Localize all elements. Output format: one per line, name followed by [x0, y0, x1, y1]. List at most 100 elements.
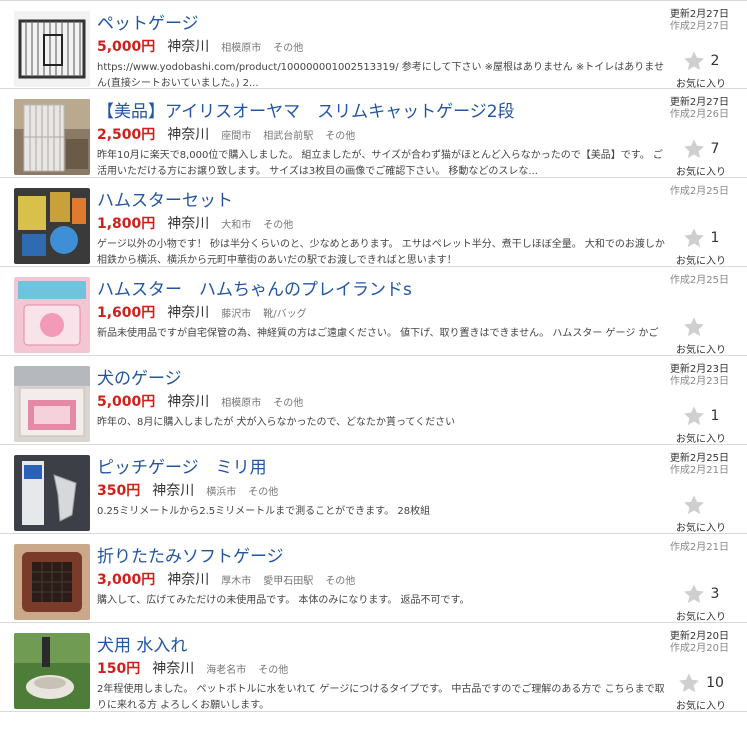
listing-title[interactable]: ハムスター ハムちゃんのプレイランドs — [97, 275, 412, 300]
star-icon[interactable] — [683, 316, 705, 338]
listing-item[interactable]: 折りたたみソフトゲージ 3,000円 神奈川 厚木市 愛甲石田駅 その他 購入し… — [0, 534, 747, 623]
listing-thumbnail[interactable] — [14, 633, 90, 709]
cat-cage-photo — [14, 99, 90, 175]
listing-description: https://www.yodobashi.com/product/100000… — [97, 62, 664, 89]
star-icon[interactable] — [683, 227, 705, 249]
dog-cage-photo — [14, 366, 90, 442]
listing-updated: 更新2月23日 — [669, 364, 729, 375]
listing-prefecture: 神奈川 — [152, 483, 195, 499]
favorite-count: 3 — [710, 586, 720, 602]
listing-meta: 5,000円 神奈川 相模原市 その他 — [97, 391, 315, 411]
listing-item[interactable]: ハムスター ハムちゃんのプレイランドs 1,600円 神奈川 藤沢市 靴/バッグ… — [0, 267, 747, 356]
listing-list: ペットゲージ 5,000円 神奈川 相模原市 その他 https://www.y… — [0, 0, 747, 712]
listing-price: 350円 — [97, 483, 141, 499]
favorite-widget: 1 お気に入り — [673, 226, 729, 267]
listing-dates: 更新2月25日 作成2月21日 — [670, 453, 729, 477]
listing-city: 横浜市 — [206, 487, 237, 498]
listing-item[interactable]: ペットゲージ 5,000円 神奈川 相模原市 その他 https://www.y… — [0, 0, 747, 90]
favorite-label[interactable]: お気に入り — [673, 430, 729, 445]
listing-item[interactable]: 犬用 水入れ 150円 神奈川 海老名市 その他 2年程使用しました。 ペットボ… — [0, 623, 747, 712]
listing-title[interactable]: 犬のゲージ — [97, 364, 182, 389]
listing-price: 1,800円 — [97, 216, 156, 232]
listing-description: 新品未使用品ですが自宅保管の為、神経質の方はご遠慮ください。 値下げ、取り置きは… — [97, 328, 659, 339]
listing-description: 2年程使用しました。 ペットボトルに水をいれて ゲージにつけるタイプです。 中古… — [97, 684, 665, 711]
listing-title[interactable]: ペットゲージ — [97, 9, 199, 34]
listing-title[interactable]: 犬用 水入れ — [97, 631, 187, 656]
hamster-goods-photo — [14, 188, 90, 264]
listing-title[interactable]: 折りたたみソフトゲージ — [97, 542, 284, 567]
cage-photo — [14, 11, 90, 87]
favorite-count: 2 — [710, 53, 720, 69]
listing-category: その他 — [263, 220, 294, 231]
star-icon[interactable] — [683, 50, 705, 72]
listing-category: その他 — [325, 576, 356, 587]
listing-title[interactable]: 【美品】アイリスオーヤマ スリムキャットゲージ2段 — [97, 97, 515, 122]
listing-meta: 5,000円 神奈川 相模原市 その他 — [97, 36, 315, 56]
star-icon[interactable] — [678, 672, 700, 694]
listing-city: 座間市 — [221, 131, 252, 142]
water-bowl-photo — [14, 633, 90, 709]
listing-thumbnail[interactable] — [14, 277, 90, 353]
favorite-widget: 1 お気に入り — [673, 404, 729, 445]
listing-updated: 更新2月27日 — [669, 9, 729, 20]
favorite-widget: 7 お気に入り — [673, 137, 729, 178]
listing-created: 作成2月25日 — [669, 275, 729, 286]
listing-title[interactable]: ピッチゲージ ミリ用 — [97, 453, 267, 478]
listing-created: 作成2月27日 — [669, 21, 729, 32]
favorite-widget: 2 お気に入り — [673, 49, 729, 90]
listing-station: 愛甲石田駅 — [263, 576, 314, 587]
favorite-label[interactable]: お気に入り — [673, 608, 729, 623]
favorite-count: 10 — [706, 675, 724, 691]
listing-station: 相武台前駅 — [263, 131, 314, 142]
listing-item[interactable]: ハムスターセット 1,800円 神奈川 大和市 その他 ゲージ以外の小物です！ … — [0, 178, 747, 267]
listing-updated: 更新2月27日 — [669, 97, 729, 108]
listing-category: その他 — [248, 487, 279, 498]
soft-cage-photo — [14, 544, 90, 620]
listing-prefecture: 神奈川 — [167, 394, 210, 410]
listing-thumbnail[interactable] — [14, 455, 90, 531]
listing-city: 大和市 — [221, 220, 252, 231]
listing-prefecture: 神奈川 — [167, 305, 210, 321]
listing-created: 作成2月20日 — [669, 643, 729, 654]
listing-meta: 1,800円 神奈川 大和市 その他 — [97, 213, 305, 233]
pitch-gauge-photo — [14, 455, 90, 531]
listing-prefecture: 神奈川 — [167, 216, 210, 232]
listing-dates: 作成2月25日 — [670, 275, 729, 287]
listing-thumbnail[interactable] — [14, 366, 90, 442]
star-icon[interactable] — [683, 138, 705, 160]
listing-created: 作成2月26日 — [669, 109, 729, 120]
favorite-widget: お気に入り — [673, 493, 729, 534]
favorite-label[interactable]: お気に入り — [673, 252, 729, 267]
listing-meta: 350円 神奈川 横浜市 その他 — [97, 480, 290, 500]
favorite-count: 1 — [710, 408, 720, 424]
listing-item[interactable]: 【美品】アイリスオーヤマ スリムキャットゲージ2段 2,500円 神奈川 座間市… — [0, 89, 747, 178]
listing-item[interactable]: ピッチゲージ ミリ用 350円 神奈川 横浜市 その他 0.25ミリメートルから… — [0, 445, 747, 534]
listing-city: 相模原市 — [221, 398, 262, 409]
listing-item[interactable]: 犬のゲージ 5,000円 神奈川 相模原市 その他 昨年の、8月に購入しましたが… — [0, 356, 747, 445]
listing-dates: 更新2月27日 作成2月27日 — [670, 9, 729, 33]
listing-city: 藤沢市 — [221, 309, 252, 320]
favorite-label[interactable]: お気に入り — [673, 163, 729, 178]
listing-description: 昨年10月に楽天で8,000位で購入しました。 組立ましたが、サイズが合わず猫が… — [97, 150, 663, 177]
star-icon[interactable] — [683, 494, 705, 516]
listing-prefecture: 神奈川 — [167, 127, 210, 143]
listing-dates: 更新2月20日 作成2月20日 — [670, 631, 729, 655]
favorite-count: 1 — [710, 230, 720, 246]
favorite-label[interactable]: お気に入り — [673, 519, 729, 534]
listing-thumbnail[interactable] — [14, 11, 90, 87]
favorite-label[interactable]: お気に入り — [673, 341, 729, 356]
listing-dates: 作成2月25日 — [670, 186, 729, 198]
favorite-count: 7 — [710, 141, 720, 157]
listing-thumbnail[interactable] — [14, 99, 90, 175]
listing-description: 昨年の、8月に購入しましたが 犬が入らなかったので、どなたか貰ってください — [97, 417, 456, 428]
listing-meta: 150円 神奈川 海老名市 その他 — [97, 658, 300, 678]
star-icon[interactable] — [683, 405, 705, 427]
star-icon[interactable] — [683, 583, 705, 605]
listing-title[interactable]: ハムスターセット — [97, 186, 233, 211]
listing-thumbnail[interactable] — [14, 544, 90, 620]
listing-updated: 更新2月20日 — [669, 631, 729, 642]
listing-thumbnail[interactable] — [14, 188, 90, 264]
listing-meta: 3,000円 神奈川 厚木市 愛甲石田駅 その他 — [97, 569, 367, 589]
favorite-label[interactable]: お気に入り — [673, 697, 729, 712]
favorite-label[interactable]: お気に入り — [673, 75, 729, 90]
